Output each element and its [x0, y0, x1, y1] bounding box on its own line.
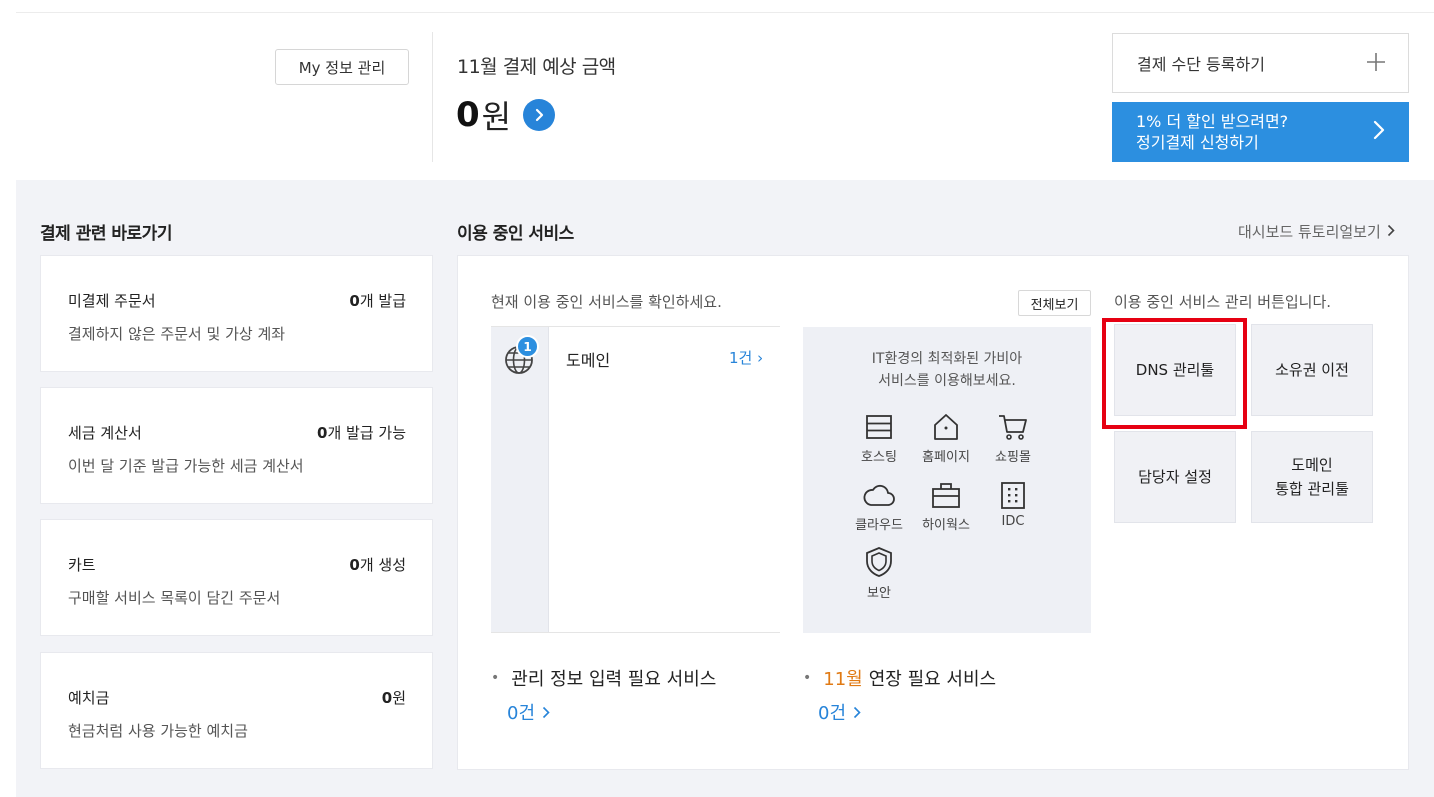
card-cart[interactable]: 카트 0개 생성 구매할 서비스 목록이 담긴 주문서 — [40, 519, 433, 636]
service-domain-name: 도메인 — [566, 351, 611, 370]
card-label: 미결제 주문서 — [68, 292, 156, 310]
tutorial-label: 대시보드 튜토리얼보기 — [1238, 223, 1381, 241]
cart-icon — [999, 415, 1027, 440]
contact-settings-button[interactable]: 담당자 설정 — [1114, 431, 1236, 523]
shield-icon — [866, 547, 892, 577]
cloud-icon — [863, 484, 895, 506]
dns-tool-button[interactable]: DNS 관리툴 — [1114, 324, 1236, 416]
promo-shopping[interactable]: 쇼핑몰 — [978, 412, 1048, 465]
card-count: 0개 발급 가능 — [317, 424, 406, 442]
card-deposit[interactable]: 예치금 0원 현금처럼 사용 가능한 예치금 — [40, 652, 433, 769]
promo-security[interactable]: 보안 — [844, 546, 914, 601]
top-divider — [16, 12, 1434, 13]
card-desc: 이번 달 기준 발급 가능한 세금 계산서 — [68, 457, 304, 475]
services-title: 이용 중인 서비스 — [457, 224, 574, 244]
renew-count[interactable]: 0건 — [818, 699, 861, 725]
card-count: 0개 생성 — [349, 556, 406, 574]
bill-amount: 0 원 — [456, 92, 556, 138]
plus-icon — [1366, 48, 1386, 78]
card-desc: 현금처럼 사용 가능한 예치금 — [68, 722, 248, 740]
chevron-right-icon — [1387, 223, 1395, 241]
register-payment-label: 결제 수단 등록하기 — [1137, 55, 1265, 74]
needs-info-count[interactable]: 0건 — [507, 699, 550, 725]
bill-detail-arrow-icon[interactable] — [523, 99, 556, 131]
building-icon — [1001, 482, 1025, 509]
management-hint: 이용 중인 서비스 관리 버튼입니다. — [1114, 293, 1332, 311]
my-info-button[interactable]: My 정보 관리 — [275, 49, 409, 85]
services-hint: 현재 이용 중인 서비스를 확인하세요. — [491, 293, 722, 311]
briefcase-icon — [932, 483, 960, 508]
card-tax-invoice[interactable]: 세금 계산서 0개 발급 가능 이번 달 기준 발급 가능한 세금 계산서 — [40, 387, 433, 504]
view-all-button[interactable]: 전체보기 — [1018, 290, 1091, 316]
card-unpaid-orders[interactable]: 미결제 주문서 0개 발급 결제하지 않은 주문서 및 가상 계좌 — [40, 255, 433, 372]
card-label: 카트 — [68, 556, 96, 574]
header-divider — [432, 32, 433, 162]
house-icon — [934, 414, 958, 440]
promo-cloud[interactable]: 클라우드 — [844, 480, 914, 533]
promo-hiworks[interactable]: 하이웍스 — [911, 480, 981, 533]
register-payment-button[interactable]: 결제 수단 등록하기 — [1112, 33, 1409, 93]
promo-idc[interactable]: IDC — [978, 480, 1048, 529]
bill-title: 11월 결제 예상 금액 — [457, 56, 616, 78]
server-icon — [866, 415, 892, 439]
renew-heading: • 11월 연장 필요 서비스 — [803, 669, 997, 690]
chevron-right-icon — [1373, 120, 1385, 144]
chevron-right-icon — [542, 706, 550, 718]
card-desc: 결제하지 않은 주문서 및 가상 계좌 — [68, 325, 286, 343]
card-label: 세금 계산서 — [68, 424, 142, 442]
needs-info-heading: • 관리 정보 입력 필요 서비스 — [491, 669, 717, 690]
recurring-payment-banner[interactable]: 1% 더 할인 받으려면? 정기결제 신청하기 — [1112, 102, 1409, 162]
promo-line-1: 1% 더 할인 받으려면? — [1136, 112, 1289, 131]
card-label: 예치금 — [68, 689, 110, 707]
promo-hosting[interactable]: 호스팅 — [844, 412, 914, 465]
shortcuts-title: 결제 관련 바로가기 — [40, 224, 172, 244]
chevron-right-icon — [853, 706, 861, 718]
bill-amount-unit: 원 — [481, 98, 512, 136]
card-desc: 구매할 서비스 목록이 담긴 주문서 — [68, 589, 281, 607]
card-count: 0원 — [381, 689, 406, 707]
domain-integrated-tool-button[interactable]: 도메인 통합 관리툴 — [1251, 431, 1373, 523]
promo-homepage[interactable]: 홈페이지 — [911, 412, 981, 465]
card-count: 0개 발급 — [349, 292, 406, 310]
service-promo-text: IT환경의 최적화된 가비아 서비스를 이용해보세요. — [871, 351, 1023, 389]
tutorial-link[interactable]: 대시보드 튜토리얼보기 — [1238, 221, 1395, 242]
bill-amount-value: 0 — [456, 95, 480, 135]
promo-line-2: 정기결제 신청하기 — [1136, 133, 1259, 152]
ownership-transfer-button[interactable]: 소유권 이전 — [1251, 324, 1373, 416]
domain-badge: 1 — [516, 335, 539, 358]
service-domain-count[interactable]: 1건 › — [729, 347, 763, 368]
